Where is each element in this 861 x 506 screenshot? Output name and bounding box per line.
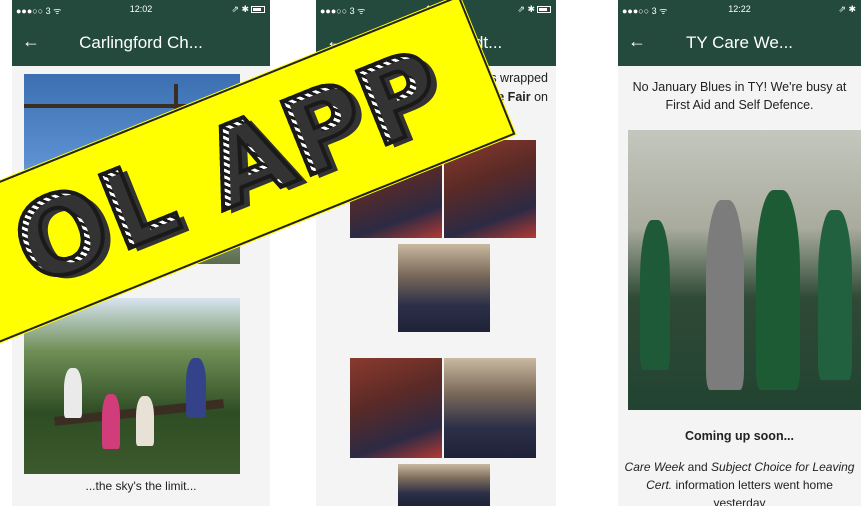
ropes-course-photo-2 bbox=[24, 298, 240, 474]
enterprise-fair-photo-3 bbox=[398, 244, 490, 332]
coming-up-heading: Coming up soon... bbox=[684, 429, 794, 443]
enterprise-fair-photo-6 bbox=[398, 464, 490, 506]
enterprise-fair-photo-5 bbox=[444, 358, 536, 458]
content-area[interactable]: No January Blues in TY! We're busy at Fi… bbox=[618, 66, 861, 506]
status-icons: ⇗ ✱ bbox=[517, 4, 551, 15]
page-title: TY Care We... bbox=[685, 33, 794, 52]
status-icons: ⇗ ✱ bbox=[838, 4, 856, 14]
nav-bar: ← Carlingford Ch... bbox=[12, 18, 270, 66]
screen-ty-care-week: ●●●○○ 3 ᯤ 12:22 ⇗ ✱ ← TY Care We... No J… bbox=[618, 0, 861, 506]
battery-icon bbox=[251, 6, 265, 13]
status-bar: ●●●○○ 3 ᯤ 12:02 ⇗ ✱ bbox=[12, 0, 270, 18]
photo-caption: ...the sky's the limit... bbox=[85, 479, 197, 493]
enterprise-fair-photo-4 bbox=[350, 358, 442, 458]
status-icons: ⇗ ✱ bbox=[231, 4, 265, 15]
page-title: Carlingford Ch... bbox=[79, 33, 203, 52]
self-defence-photo bbox=[628, 130, 861, 410]
status-bar: ●●●○○ 3 ᯤ 12:22 ⇗ ✱ bbox=[618, 0, 861, 18]
coming-up-body: Care Week and Subject Choice for Leaving… bbox=[624, 460, 855, 506]
intro-text: No January Blues in TY! We're busy at Fi… bbox=[632, 80, 847, 112]
carrier-signal: ●●●○○ 3 ᯤ bbox=[320, 6, 366, 16]
nav-bar: ← TY Care We... bbox=[618, 18, 861, 66]
battery-icon bbox=[537, 6, 551, 13]
status-time: 12:22 bbox=[728, 4, 751, 14]
